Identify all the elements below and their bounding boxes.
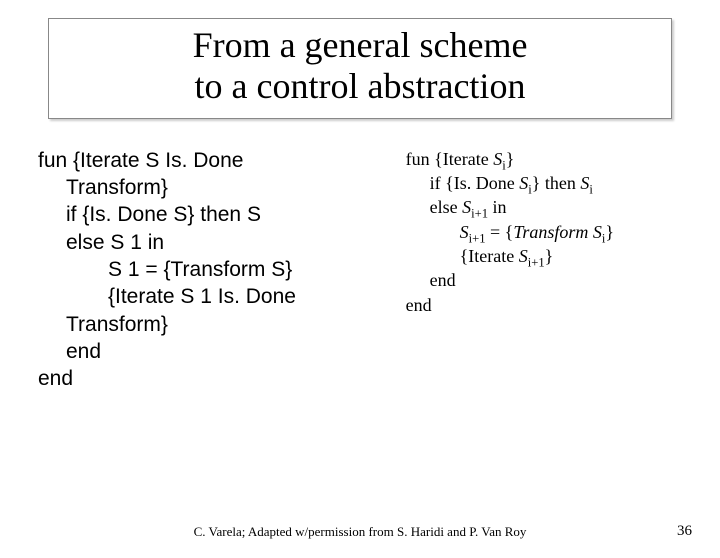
footer-credit: C. Varela; Adapted w/permission from S. … — [0, 524, 720, 540]
code-line: if {Is. Done S} then S — [38, 201, 386, 228]
code-line: end — [38, 338, 386, 365]
code-line: S 1 = {Transform S} — [38, 256, 386, 283]
code-line: else Si+1 in — [406, 195, 690, 219]
code-line: else S 1 in — [38, 229, 386, 256]
code-line: Transform} — [38, 174, 386, 201]
code-line: fun {Iterate Si} — [406, 147, 690, 171]
code-line: {Iterate S 1 Is. Done — [38, 283, 386, 310]
left-code-block: fun {Iterate S Is. Done Transform} if {I… — [38, 147, 386, 393]
code-line: {Iterate Si+1} — [406, 244, 690, 268]
title-box: From a general scheme to a control abstr… — [48, 18, 672, 119]
right-code-block: fun {Iterate Si} if {Is. Done Si} then S… — [406, 147, 690, 393]
title-line-1: From a general scheme — [193, 25, 528, 65]
slide-title: From a general scheme to a control abstr… — [59, 25, 661, 108]
code-line: if {Is. Done Si} then Si — [406, 171, 690, 195]
footer: C. Varela; Adapted w/permission from S. … — [0, 524, 720, 540]
code-line: Transform} — [38, 311, 386, 338]
content-columns: fun {Iterate S Is. Done Transform} if {I… — [0, 147, 720, 393]
code-line: end — [406, 293, 690, 317]
code-line: Si+1 = {Transform Si} — [406, 220, 690, 244]
code-line: fun {Iterate S Is. Done — [38, 147, 386, 174]
code-line: end — [406, 268, 690, 292]
page-number: 36 — [677, 523, 692, 540]
code-line: end — [38, 365, 386, 392]
title-line-2: to a control abstraction — [195, 66, 526, 106]
